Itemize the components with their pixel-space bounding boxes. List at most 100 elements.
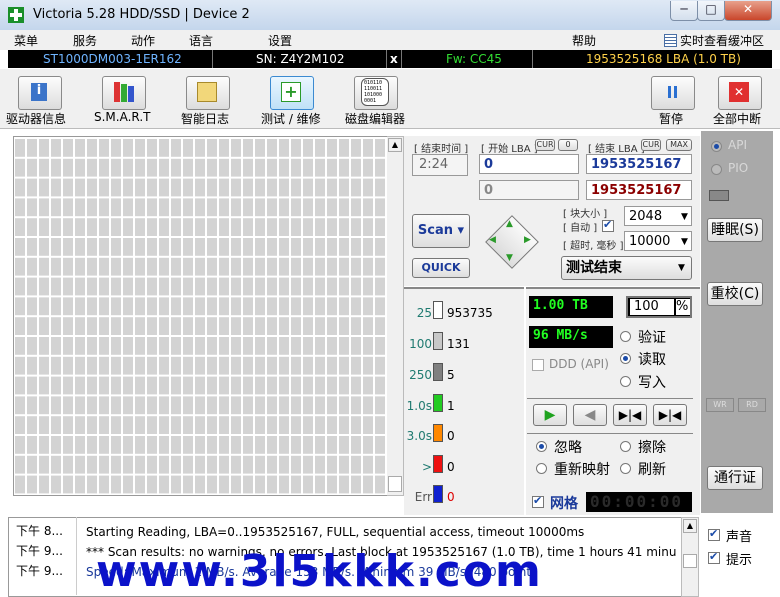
reverse-button[interactable]: ◀ bbox=[573, 404, 607, 426]
scan-button[interactable]: Scan ▾ bbox=[412, 214, 470, 248]
surface-block bbox=[315, 218, 325, 236]
recalibrate-button[interactable]: 重校(C) bbox=[707, 282, 763, 306]
surface-block bbox=[231, 158, 241, 177]
surface-block bbox=[231, 436, 241, 454]
menu-buffer-view[interactable]: 实时查看缓冲区 bbox=[680, 32, 764, 49]
status-dropdown[interactable]: 测试结束 ▼ bbox=[561, 256, 692, 280]
percent-value: 100 bbox=[630, 299, 674, 315]
surface-scrollbar[interactable]: ▲ bbox=[387, 136, 404, 496]
passport-button[interactable]: 通行证 bbox=[707, 466, 763, 490]
end-time-spinner[interactable]: 2:24 bbox=[412, 154, 468, 176]
menu-action[interactable]: 动作 bbox=[131, 32, 155, 49]
maximize-button[interactable]: □ bbox=[697, 1, 725, 21]
scroll-up-icon[interactable]: ▲ bbox=[388, 138, 402, 152]
surface-block bbox=[219, 158, 229, 177]
play-button[interactable]: ▶ bbox=[533, 404, 567, 426]
timeout-select[interactable]: 10000 ▼ bbox=[624, 231, 692, 251]
read-radio[interactable] bbox=[620, 353, 631, 364]
minimize-button[interactable]: ─ bbox=[670, 1, 698, 21]
percent-unit: % bbox=[676, 299, 690, 315]
start-lba-label: [ 开始 LBA ] bbox=[481, 144, 538, 155]
grid-checkbox[interactable] bbox=[532, 494, 544, 508]
sleep-button[interactable]: 睡眠(S) bbox=[707, 218, 763, 242]
menu-service[interactable]: 服务 bbox=[73, 32, 97, 49]
pause-button[interactable] bbox=[651, 76, 695, 110]
log-scroll-up-icon[interactable]: ▲ bbox=[683, 519, 697, 533]
end-cur-button[interactable]: CUR bbox=[641, 139, 661, 151]
block-size-label: [ 块大小 ] bbox=[563, 209, 608, 220]
arrow-up-icon[interactable]: ▲ bbox=[506, 219, 513, 229]
start-cur-button[interactable]: CUR bbox=[535, 139, 555, 151]
erase-radio[interactable] bbox=[620, 441, 631, 452]
skip-back-icon: ▶|◀ bbox=[618, 408, 642, 422]
surface-block bbox=[135, 238, 145, 256]
surface-block bbox=[63, 198, 73, 217]
skip-end-button[interactable]: ▶|◀ bbox=[653, 404, 687, 426]
api-radio[interactable] bbox=[711, 141, 722, 152]
surface-block bbox=[87, 436, 97, 454]
surface-block bbox=[111, 376, 121, 395]
surface-block bbox=[171, 317, 181, 335]
start-lba-field[interactable]: 0 bbox=[479, 154, 579, 174]
surface-block bbox=[15, 238, 25, 256]
arrow-down-icon[interactable]: ▼ bbox=[506, 253, 513, 263]
surface-block bbox=[135, 257, 145, 276]
device-separator bbox=[532, 50, 533, 68]
menu-settings[interactable]: 设置 bbox=[268, 32, 292, 49]
surface-block bbox=[159, 356, 169, 375]
buffer-view-icon bbox=[664, 34, 677, 47]
arrow-left-icon[interactable]: ◀ bbox=[489, 235, 496, 245]
surface-block bbox=[255, 178, 265, 197]
write-radio[interactable] bbox=[620, 376, 631, 387]
ignore-radio[interactable] bbox=[536, 441, 547, 452]
menu-main[interactable]: 菜单 bbox=[14, 32, 38, 49]
stat-color-block bbox=[433, 301, 443, 319]
ddd-checkbox[interactable] bbox=[532, 359, 544, 371]
verify-radio[interactable] bbox=[620, 331, 631, 342]
device-close-x[interactable]: x bbox=[390, 50, 398, 68]
remap-radio[interactable] bbox=[536, 463, 547, 474]
hints-checkbox[interactable] bbox=[708, 550, 720, 564]
refresh-label: 刷新 bbox=[638, 462, 666, 478]
surface-block bbox=[87, 337, 97, 355]
dropdown-arrow-icon: ▼ bbox=[678, 263, 685, 273]
surface-block bbox=[267, 198, 277, 217]
start-zero-button[interactable]: 0 bbox=[558, 139, 578, 151]
surface-block bbox=[303, 376, 313, 395]
surface-block bbox=[375, 297, 385, 316]
surface-block bbox=[27, 436, 37, 454]
surface-block bbox=[99, 257, 109, 276]
direction-pad[interactable]: ▲ ▼ ◀ ▶ bbox=[484, 214, 539, 269]
surface-block bbox=[135, 297, 145, 316]
surface-block bbox=[279, 257, 289, 276]
surface-block bbox=[351, 198, 361, 217]
surface-block bbox=[207, 416, 217, 434]
sound-checkbox[interactable] bbox=[708, 527, 720, 541]
surface-block bbox=[63, 317, 73, 335]
log-scrollbar[interactable]: ▲ bbox=[681, 517, 699, 597]
surface-block bbox=[207, 198, 217, 217]
pio-radio[interactable] bbox=[711, 164, 722, 175]
auto-checkbox[interactable] bbox=[602, 218, 614, 232]
block-size-select[interactable]: 2048 ▼ bbox=[624, 206, 692, 226]
elapsed-timer: 00:00:00 bbox=[586, 492, 692, 512]
surface-block bbox=[159, 277, 169, 296]
menu-help[interactable]: 帮助 bbox=[572, 32, 596, 49]
surface-block bbox=[39, 475, 49, 494]
close-button[interactable]: ✕ bbox=[724, 1, 772, 21]
skip-back-button[interactable]: ▶|◀ bbox=[613, 404, 647, 426]
end-lba-field[interactable]: 1953525167 bbox=[586, 154, 692, 174]
stat-count: 131 bbox=[447, 337, 470, 351]
log-scroll-thumb[interactable] bbox=[683, 554, 697, 568]
surface-block bbox=[279, 356, 289, 375]
surface-block bbox=[351, 257, 361, 276]
surface-block bbox=[195, 139, 205, 157]
scroll-thumb[interactable] bbox=[388, 476, 402, 492]
surface-block bbox=[207, 337, 217, 355]
menu-language[interactable]: 语言 bbox=[189, 32, 213, 49]
arrow-right-icon[interactable]: ▶ bbox=[524, 235, 531, 245]
surface-block bbox=[267, 455, 277, 474]
refresh-radio[interactable] bbox=[620, 463, 631, 474]
end-max-button[interactable]: MAX bbox=[666, 139, 692, 151]
quick-button[interactable]: QUICK bbox=[412, 258, 470, 278]
